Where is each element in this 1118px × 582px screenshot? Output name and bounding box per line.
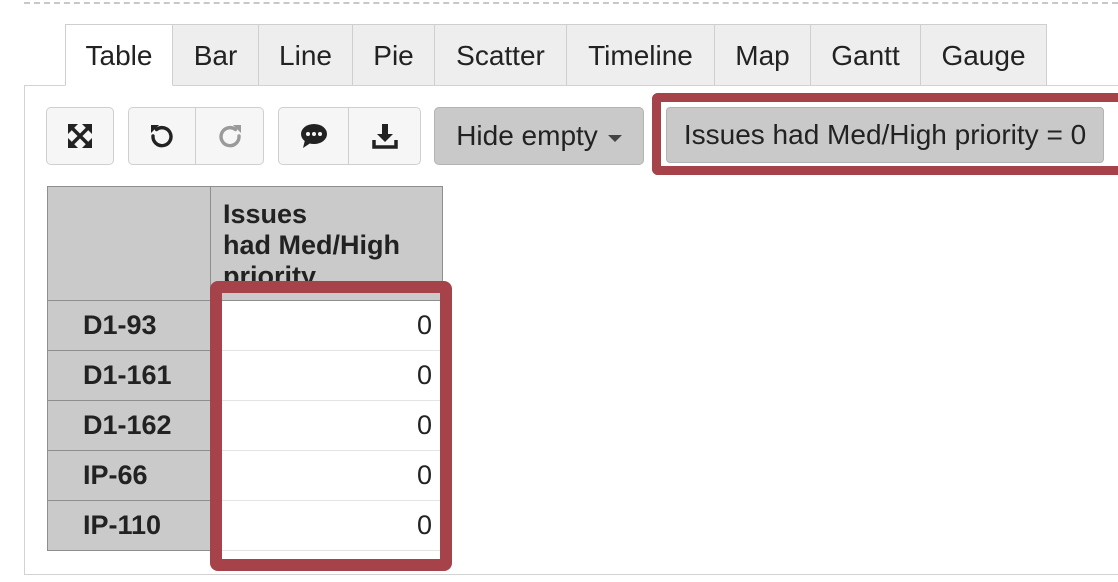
- top-dashed-divider: [24, 2, 1118, 4]
- comment-icon: [300, 124, 327, 148]
- chart-type-tabs: Table Bar Line Pie Scatter Timeline Map …: [65, 24, 1047, 86]
- row-header[interactable]: D1-162: [47, 400, 211, 451]
- row-header[interactable]: D1-93: [47, 300, 211, 351]
- filter-label: Issues had Med/High priority = 0: [683, 119, 1087, 150]
- table-corner-cell: [47, 186, 211, 301]
- tab-bar[interactable]: Bar: [173, 24, 259, 86]
- tab-gantt[interactable]: Gantt: [811, 24, 921, 86]
- filter-button[interactable]: Issues had Med/High priority = 0: [666, 107, 1104, 163]
- tab-map[interactable]: Map: [715, 24, 811, 86]
- row-header[interactable]: IP-66: [47, 450, 211, 501]
- tab-table[interactable]: Table: [65, 24, 173, 86]
- fullscreen-icon: [68, 124, 92, 148]
- download-button[interactable]: [349, 107, 421, 165]
- row-header[interactable]: D1-161: [47, 350, 211, 401]
- undo-icon: [151, 125, 173, 148]
- column-header-line: Issues: [223, 199, 308, 229]
- download-icon: [371, 124, 398, 149]
- tab-scatter[interactable]: Scatter: [435, 24, 567, 86]
- tab-gauge[interactable]: Gauge: [921, 24, 1047, 86]
- row-header[interactable]: IP-110: [47, 500, 211, 551]
- tab-timeline[interactable]: Timeline: [567, 24, 715, 86]
- undo-button[interactable]: [128, 107, 196, 165]
- redo-icon: [218, 125, 241, 148]
- redo-button[interactable]: [196, 107, 264, 165]
- column-highlight-box: [210, 281, 452, 571]
- fullscreen-group: [46, 107, 114, 165]
- chevron-down-icon: [607, 134, 622, 142]
- fullscreen-button[interactable]: [46, 107, 114, 165]
- column-header-line: had Med/High: [223, 230, 400, 260]
- tab-line[interactable]: Line: [259, 24, 353, 86]
- hide-empty-label: Hide empty: [456, 120, 598, 151]
- tab-pie[interactable]: Pie: [353, 24, 435, 86]
- comment-download-group: [278, 107, 421, 165]
- hide-empty-dropdown[interactable]: Hide empty: [434, 107, 644, 165]
- history-group: [128, 107, 264, 165]
- comment-button[interactable]: [278, 107, 349, 165]
